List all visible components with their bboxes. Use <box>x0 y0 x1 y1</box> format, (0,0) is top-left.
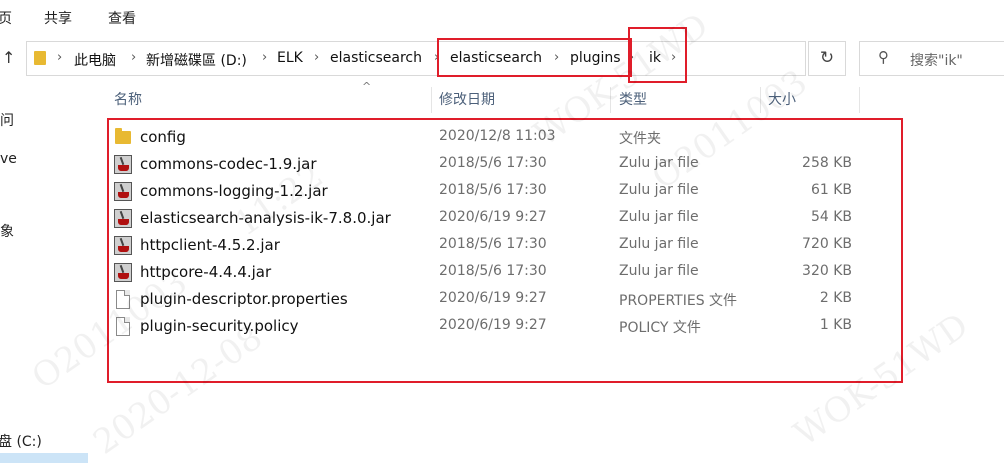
file-type: PROPERTIES 文件 <box>619 293 738 309</box>
file-row[interactable]: config 2020/12/8 11:03 文件夹 <box>108 124 860 151</box>
file-date: 2020/6/19 9:27 <box>439 209 547 225</box>
file-size: 720 KB <box>802 236 852 252</box>
address-bar[interactable]: › 此电脑 › 新增磁碟區 (D:) › ELK › elasticsearch… <box>26 41 823 76</box>
column-headers: ^ 名称 修改日期 类型 大小 <box>98 80 860 113</box>
file-date: 2018/5/6 17:30 <box>439 263 547 279</box>
chevron-right-icon: › <box>554 50 560 65</box>
column-header-name[interactable]: 名称 <box>114 87 142 113</box>
chevron-right-icon: › <box>262 50 268 65</box>
breadcrumb-drive-d[interactable]: 新增磁碟區 (D:) <box>146 50 247 70</box>
search-icon: ⚲ <box>878 48 889 66</box>
file-row[interactable]: elasticsearch-analysis-ik-7.8.0.jar 2020… <box>108 205 860 232</box>
jar-file-icon <box>114 182 132 201</box>
chevron-right-icon: › <box>434 50 440 65</box>
file-date: 2020/6/19 9:27 <box>439 290 547 306</box>
folder-icon <box>34 51 46 65</box>
file-row[interactable]: httpcore-4.4.4.jar 2018/5/6 17:30 Zulu j… <box>108 259 860 286</box>
file-type: Zulu jar file <box>619 209 699 225</box>
document-icon <box>114 290 132 309</box>
file-name: plugin-descriptor.properties <box>140 290 348 308</box>
file-type: Zulu jar file <box>619 182 699 198</box>
file-date: 2020/12/8 11:03 <box>439 128 556 144</box>
jar-file-icon <box>114 155 132 174</box>
refresh-icon: ↻ <box>819 48 835 68</box>
file-name: commons-logging-1.2.jar <box>140 182 328 200</box>
chevron-right-icon: › <box>314 50 320 65</box>
file-size: 258 KB <box>802 155 852 171</box>
file-row[interactable]: commons-logging-1.2.jar 2018/5/6 17:30 Z… <box>108 178 860 205</box>
ribbon-tab-share[interactable]: 共享 <box>44 8 72 28</box>
breadcrumb-this-pc[interactable]: 此电脑 <box>74 50 116 70</box>
file-row[interactable]: commons-codec-1.9.jar 2018/5/6 17:30 Zul… <box>108 151 860 178</box>
file-type: Zulu jar file <box>619 236 699 252</box>
column-divider[interactable] <box>859 87 860 113</box>
nav-item-drive-c[interactable]: 盘 (C:) <box>0 431 42 451</box>
ribbon: 页 共享 查看 <box>0 0 1004 34</box>
file-name: httpcore-4.4.4.jar <box>140 263 272 281</box>
column-divider[interactable] <box>431 87 432 113</box>
up-arrow-icon[interactable]: ↑ <box>2 48 15 67</box>
file-type: 文件夹 <box>619 131 661 147</box>
file-row[interactable]: plugin-security.policy 2020/6/19 9:27 PO… <box>108 313 860 340</box>
address-row: ↑ › 此电脑 › 新增磁碟區 (D:) › ELK › elasticsear… <box>0 34 1004 80</box>
ribbon-tab-page[interactable]: 页 <box>0 8 12 28</box>
file-size: 320 KB <box>802 263 852 279</box>
file-name: elasticsearch-analysis-ik-7.8.0.jar <box>140 209 391 227</box>
file-date: 2018/5/6 17:30 <box>439 155 547 171</box>
chevron-right-icon: › <box>131 50 137 65</box>
breadcrumb-ik[interactable]: ik <box>649 50 661 66</box>
document-icon <box>114 317 132 336</box>
column-header-type[interactable]: 类型 <box>619 87 647 113</box>
nav-selection-highlight <box>0 453 88 463</box>
file-size: 1 KB <box>819 317 852 333</box>
breadcrumb-elasticsearch-parent[interactable]: elasticsearch <box>330 50 422 66</box>
column-divider[interactable] <box>760 87 761 113</box>
file-row[interactable]: plugin-descriptor.properties 2020/6/19 9… <box>108 286 860 313</box>
jar-file-icon <box>114 236 132 255</box>
sort-ascending-icon: ^ <box>362 80 372 93</box>
file-name: httpclient-4.5.2.jar <box>140 236 280 254</box>
file-row[interactable]: httpclient-4.5.2.jar 2018/5/6 17:30 Zulu… <box>108 232 860 259</box>
search-box[interactable]: ⚲ 搜索"ik" <box>859 41 1004 76</box>
refresh-button[interactable]: ↻ <box>808 41 846 76</box>
jar-file-icon <box>114 263 132 282</box>
column-divider[interactable] <box>610 87 611 113</box>
file-size: 54 KB <box>810 209 852 225</box>
file-size: 2 KB <box>819 290 852 306</box>
breadcrumb-elk[interactable]: ELK <box>277 50 303 66</box>
column-header-date[interactable]: 修改日期 <box>439 87 495 113</box>
file-date: 2020/6/19 9:27 <box>439 317 547 333</box>
chevron-right-icon: › <box>57 50 63 65</box>
search-input[interactable]: 搜索"ik" <box>910 50 963 70</box>
ribbon-tab-view[interactable]: 查看 <box>108 8 136 28</box>
nav-item[interactable]: 问 <box>0 110 14 130</box>
file-name: plugin-security.policy <box>140 317 299 335</box>
file-name: config <box>140 128 186 146</box>
column-header-size[interactable]: 大小 <box>768 87 796 113</box>
nav-item[interactable]: 象 <box>0 221 14 241</box>
file-type: Zulu jar file <box>619 155 699 171</box>
file-date: 2018/5/6 17:30 <box>439 182 547 198</box>
file-date: 2018/5/6 17:30 <box>439 236 547 252</box>
file-type: POLICY 文件 <box>619 320 701 336</box>
breadcrumb-plugins[interactable]: plugins <box>570 50 621 66</box>
file-name: commons-codec-1.9.jar <box>140 155 317 173</box>
jar-file-icon <box>114 209 132 228</box>
file-size: 61 KB <box>810 182 852 198</box>
nav-item[interactable]: ve <box>0 151 17 167</box>
file-type: Zulu jar file <box>619 263 699 279</box>
breadcrumb-elasticsearch[interactable]: elasticsearch <box>450 50 542 66</box>
chevron-right-icon[interactable]: › <box>671 50 676 65</box>
navigation-pane: 问 ve 象 盘 (C:) <box>0 80 88 463</box>
chevron-right-icon: › <box>629 50 635 65</box>
folder-icon <box>114 128 132 147</box>
